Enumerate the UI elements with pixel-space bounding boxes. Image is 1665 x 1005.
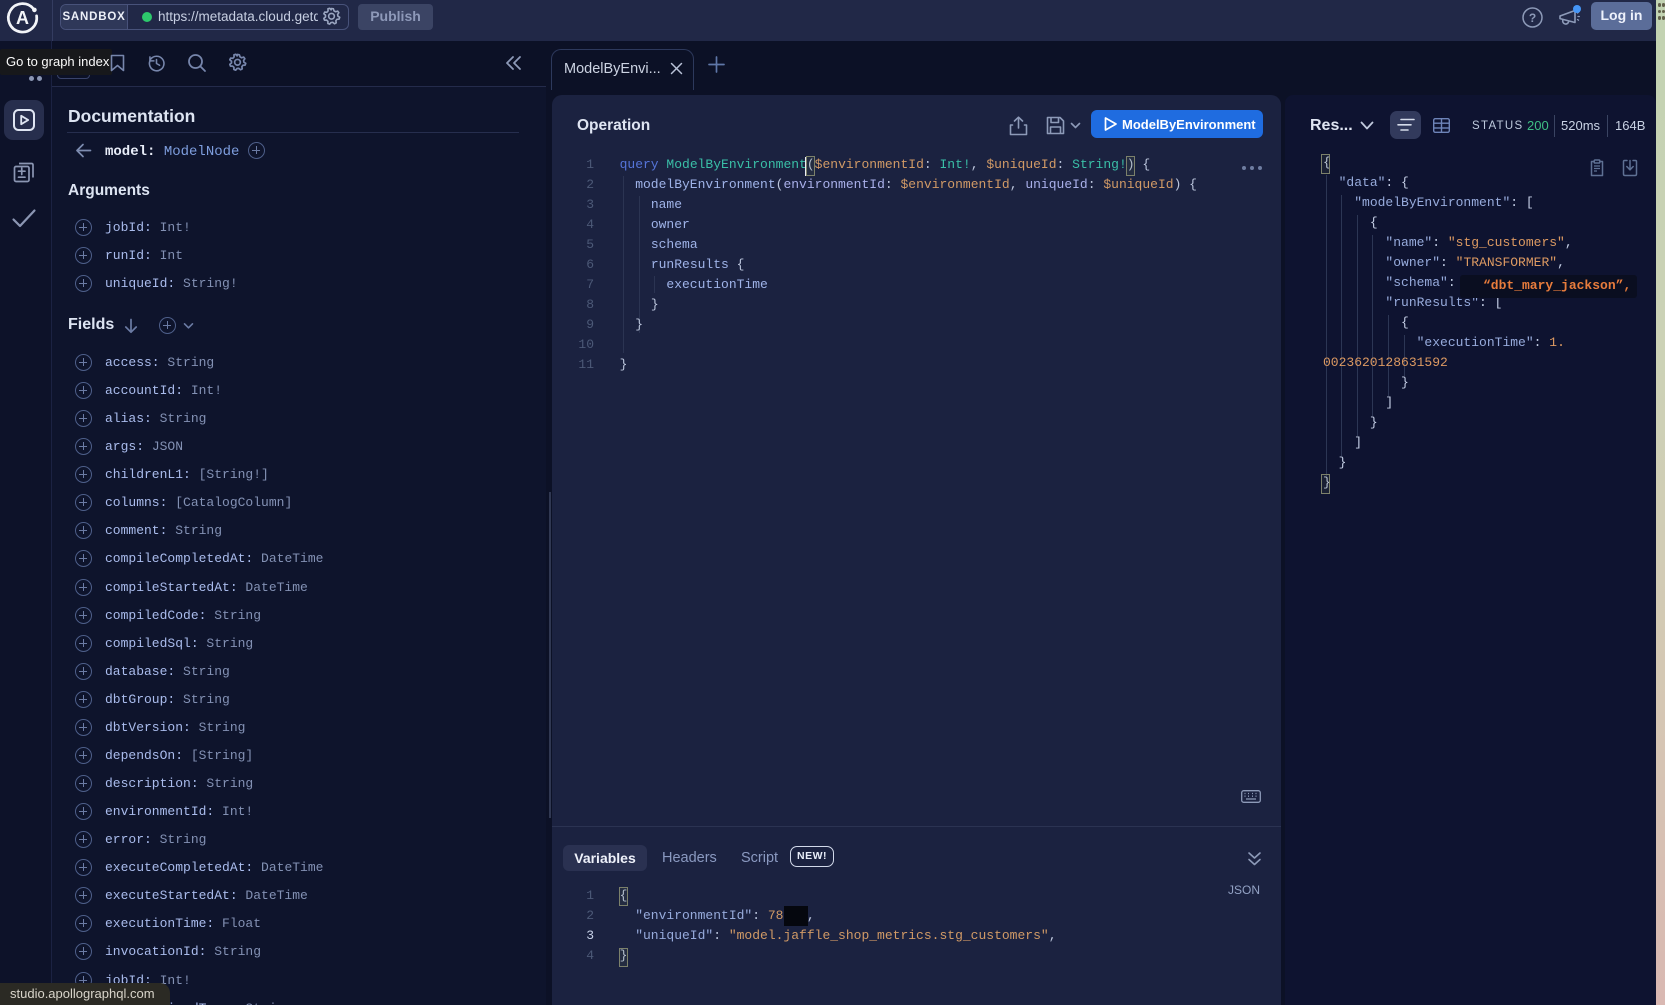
svg-text:?: ? [1529,11,1536,25]
svg-text:A: A [16,8,29,28]
